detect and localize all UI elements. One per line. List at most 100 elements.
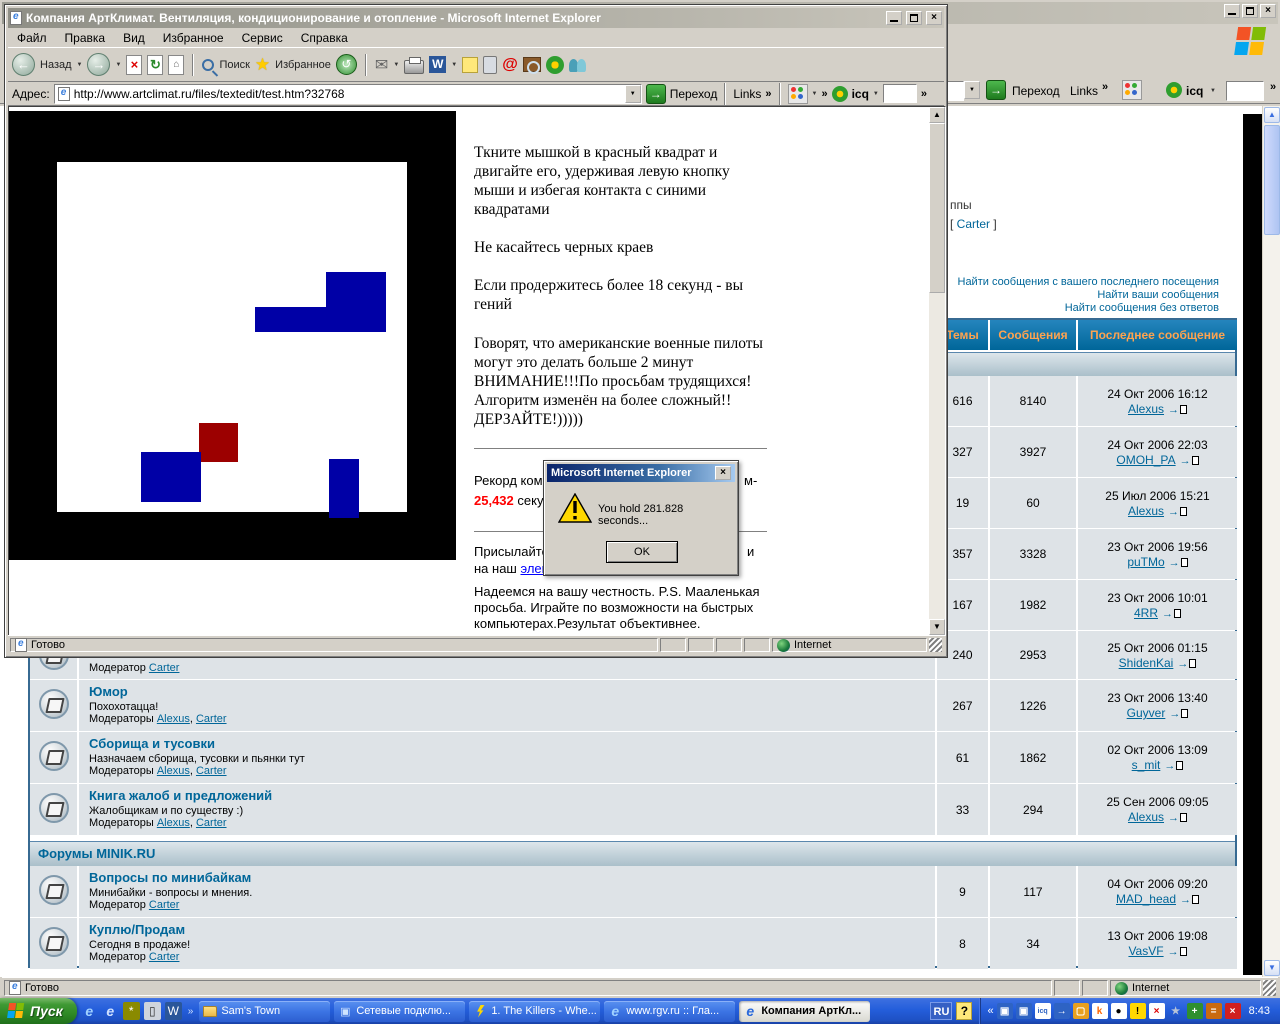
goto-post-icon[interactable]: →: [1168, 404, 1187, 416]
taskbar-button-1[interactable]: ▣Сетевые подклю...: [334, 1001, 465, 1022]
tray-chevron-icon[interactable]: «: [987, 1005, 993, 1017]
moderator-link[interactable]: Carter: [149, 899, 180, 911]
notes-icon[interactable]: [462, 57, 478, 73]
tray-security-shield-icon[interactable]: ×: [1225, 1003, 1241, 1019]
refresh-icon[interactable]: ↻: [147, 55, 163, 75]
bg-vertical-scrollbar[interactable]: ▲ ▼: [1262, 106, 1280, 977]
goto-post-icon[interactable]: →: [1168, 506, 1187, 518]
stop-icon[interactable]: ×: [126, 55, 142, 75]
tray-icq-lite-icon[interactable]: icq: [1035, 1003, 1051, 1019]
moderator-link[interactable]: Carter: [149, 951, 180, 963]
chevron-icon[interactable]: »: [821, 88, 827, 100]
tray-window-icon[interactable]: ▢: [1073, 1003, 1089, 1019]
forward-icon[interactable]: →: [87, 53, 110, 76]
last-post-user-link[interactable]: 4RR: [1134, 606, 1158, 620]
tray-panda-icon[interactable]: ●: [1111, 1003, 1127, 1019]
links-label[interactable]: Links: [733, 87, 761, 101]
ok-button[interactable]: OK: [606, 541, 678, 563]
mail-icon[interactable]: ✉: [375, 55, 388, 75]
close-button[interactable]: ×: [926, 11, 942, 25]
goto-post-icon[interactable]: →: [1169, 708, 1188, 720]
start-button[interactable]: Пуск: [0, 998, 77, 1024]
bg-resize-grip[interactable]: [1263, 980, 1276, 996]
forum-search-link-1[interactable]: Найти ваши сообщения: [958, 289, 1220, 302]
menu-item-4[interactable]: Сервис: [233, 29, 292, 47]
last-post-user-link[interactable]: Alexus: [1128, 402, 1164, 416]
taskbar-button-4[interactable]: eКомпания АртКл...: [739, 1001, 870, 1022]
scroll-thumb[interactable]: [929, 123, 945, 293]
scroll-down-icon[interactable]: ▼: [929, 619, 945, 635]
goto-post-icon[interactable]: →: [1169, 557, 1188, 569]
last-post-user-link[interactable]: s_mit: [1132, 758, 1161, 772]
goto-post-icon[interactable]: →: [1168, 946, 1187, 958]
icq-search-input[interactable]: [883, 84, 917, 103]
red-square[interactable]: [199, 423, 238, 462]
bg-close-button[interactable]: ×: [1260, 4, 1276, 18]
goto-post-icon[interactable]: →: [1164, 760, 1183, 772]
quicklaunch-ie-icon[interactable]: e: [81, 1002, 98, 1020]
tray-network-lan-icon[interactable]: ▣: [997, 1003, 1013, 1019]
moderator-link[interactable]: Carter: [196, 765, 227, 777]
forum-search-link-0[interactable]: Найти сообщения с вашего последнего посе…: [958, 276, 1220, 289]
moderator-link[interactable]: Alexus: [157, 713, 190, 725]
bg-icq-dropdown-icon[interactable]: ▼: [1210, 88, 1216, 94]
edit-word-icon[interactable]: W: [429, 56, 446, 73]
game-border-area[interactable]: [9, 111, 456, 560]
minimize-button[interactable]: [886, 11, 902, 25]
webmoney-dropdown-icon[interactable]: ▼: [812, 91, 818, 97]
forum-title-link[interactable]: Куплю/Продам: [89, 922, 185, 937]
quicklaunch-phone-icon[interactable]: ▯: [144, 1002, 161, 1020]
bg-webmoney-icon[interactable]: [1122, 80, 1142, 100]
addr-end-chevron-icon[interactable]: »: [921, 88, 927, 100]
game-field[interactable]: [57, 162, 407, 512]
goto-post-icon[interactable]: →: [1162, 608, 1181, 620]
bg-go-icon[interactable]: →: [986, 80, 1006, 100]
scroll-up-icon[interactable]: ▲: [929, 107, 945, 123]
icq-bar-label[interactable]: icq: [852, 87, 869, 101]
moderator-link[interactable]: Carter: [196, 817, 227, 829]
last-post-user-link[interactable]: ОМОН_РА: [1116, 453, 1175, 467]
bg-icq-flower-icon[interactable]: [1166, 82, 1182, 98]
moderator-carter-link[interactable]: Carter: [957, 217, 990, 231]
dialog-titlebar[interactable]: Microsoft Internet Explorer ×: [547, 464, 735, 482]
moderator-link[interactable]: Carter: [149, 662, 180, 674]
forum-row[interactable]: Сборища и тусовкиНазначаем сборища, тусо…: [89, 732, 925, 783]
quicklaunch-icq-offline-icon[interactable]: *: [123, 1002, 140, 1020]
back-icon[interactable]: ←: [12, 53, 35, 76]
bg-icq-label[interactable]: icq: [1186, 84, 1203, 98]
icq-dropdown-icon[interactable]: ▼: [873, 91, 879, 97]
history-icon[interactable]: ↺: [336, 54, 357, 75]
last-post-user-link[interactable]: Alexus: [1128, 504, 1164, 518]
bg-toolbar-chevron-icon[interactable]: »: [1270, 81, 1276, 93]
maximize-button[interactable]: [906, 11, 922, 25]
go-icon[interactable]: →: [646, 84, 666, 104]
quicklaunch-chevron-icon[interactable]: »: [188, 1006, 194, 1017]
forum-row[interactable]: Книга жалоб и предложенийЖалобщикам и по…: [89, 784, 925, 835]
page-vertical-scrollbar[interactable]: ▲ ▼: [929, 107, 945, 635]
messenger-people-icon[interactable]: [569, 57, 587, 73]
bg-scroll-down-icon[interactable]: ▼: [1264, 960, 1280, 976]
last-post-user-link[interactable]: Guyver: [1127, 706, 1166, 720]
moderator-link[interactable]: Alexus: [157, 817, 190, 829]
menu-item-5[interactable]: Справка: [292, 29, 357, 47]
bg-links-label[interactable]: Links: [1070, 84, 1098, 98]
bg-icq-search-input[interactable]: [1226, 81, 1264, 101]
menu-item-3[interactable]: Избранное: [154, 29, 233, 47]
quicklaunch-word-icon[interactable]: W: [165, 1002, 182, 1020]
tray-tool-icon[interactable]: +: [1187, 1003, 1203, 1019]
language-indicator[interactable]: RU: [930, 1002, 952, 1020]
resize-grip[interactable]: [929, 638, 942, 652]
menu-item-1[interactable]: Правка: [56, 29, 115, 47]
messenger-phone-icon[interactable]: [483, 56, 497, 74]
last-post-user-link[interactable]: puTMo: [1127, 555, 1164, 569]
help-tray-icon[interactable]: ?: [956, 1002, 972, 1020]
tray-k-messenger-icon[interactable]: k: [1092, 1003, 1108, 1019]
back-dropdown-icon[interactable]: ▼: [77, 62, 83, 68]
goto-post-icon[interactable]: →: [1180, 455, 1199, 467]
tray-warning-icon[interactable]: !: [1130, 1003, 1146, 1019]
menu-item-0[interactable]: Файл: [8, 29, 56, 47]
bg-minimize-button[interactable]: [1224, 4, 1240, 18]
mail-at-icon[interactable]: @: [502, 56, 518, 74]
ie-titlebar[interactable]: Компания АртКлимат. Вентиляция, кондицио…: [8, 8, 944, 28]
goto-post-icon[interactable]: →: [1180, 894, 1199, 906]
